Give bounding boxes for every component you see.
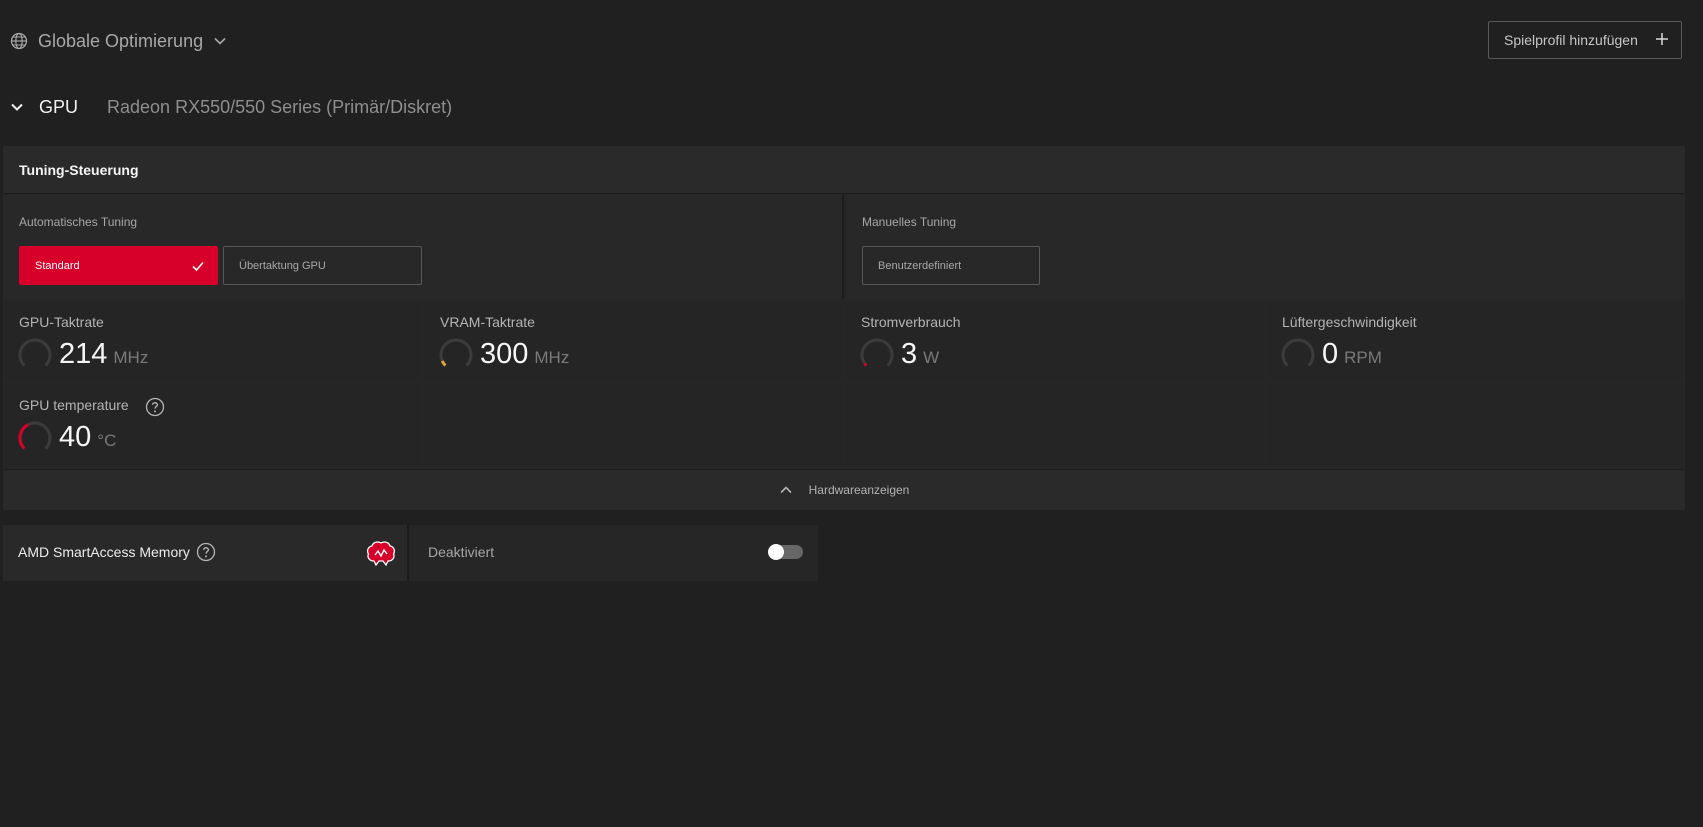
plus-icon [1656,33,1668,45]
smart-access-memory-label-cell: AMD SmartAccess Memory [3,525,409,581]
auto-tuning-caption: Automatisches Tuning [19,215,138,229]
hardware-monitor-label: Hardwareanzeigen [808,483,910,497]
metric-name: GPU temperature [19,397,129,413]
metric-value-wrap: 300 MHz [480,338,569,371]
smart-access-memory-row: AMD SmartAccess Memory Deaktiviert [3,525,818,581]
gauge-fill [863,362,868,367]
metric-name: Lüftergeschwindigkeit [1282,314,1417,330]
preset-custom-label: Benutzerdefiniert [878,259,962,272]
gpu-section-title: GPU [39,96,79,117]
metric-value-wrap: 0 RPM [1322,338,1382,371]
gauge-icon [1281,338,1315,367]
metric-unit: RPM [1344,348,1382,367]
chevron-down-icon [11,103,23,111]
top-bar: Globale Optimierung Spielprofil hinzufüg… [0,0,1703,82]
auto-tuning-section: Automatisches Tuning Standard Übertaktun… [3,195,844,299]
gauge-track [18,338,52,367]
help-icon[interactable] [145,397,165,417]
metric-empty-slot [424,384,843,465]
gauge-icon [860,338,894,367]
gpu-section-toggle[interactable]: GPU Radeon RX550/550 Series (Primär/Disk… [10,94,452,120]
toggle-knob [768,544,784,560]
metric-power: Stromverbrauch 3W [845,301,1264,382]
smart-access-memory-status: Deaktiviert [428,544,495,560]
gauge-icon [439,338,473,367]
checkmark-icon [192,261,204,272]
globe-icon [10,32,28,50]
tuning-panel-title: Tuning-Steuerung [19,162,139,178]
preset-standard-label: Standard [35,259,80,272]
add-game-profile-label: Spielprofil hinzufügen [1504,32,1638,48]
metric-unit: MHz [534,348,570,367]
metric-value: 214 [59,338,108,370]
preset-standard-button[interactable]: Standard [19,246,218,285]
gauge-track [1281,338,1315,367]
metric-name: VRAM-Taktrate [440,314,535,330]
metric-value: 40 [59,421,92,453]
metric-value-wrap: 40 °C [59,421,116,454]
metric-value: 3 [901,338,918,370]
gauge-fill [440,360,447,367]
smart-access-memory-toggle[interactable] [768,544,803,560]
metric-value-wrap: 3W [901,338,939,371]
metric-value-wrap: 214 MHz [59,338,148,371]
preset-overclock-gpu-label: Übertaktung GPU [239,259,326,272]
metric-vram-clock: VRAM-Taktrate 300 MHz [424,301,843,382]
preset-overclock-gpu-button[interactable]: Übertaktung GPU [223,246,422,285]
metric-name: GPU-Taktrate [19,314,104,330]
gpu-model: Radeon RX550/550 Series (Primär/Diskret) [107,96,453,117]
metric-gpu-clock: GPU-Taktrate 214 MHz [3,301,422,382]
metric-unit: MHz [113,348,149,367]
chevron-down-icon [214,37,226,45]
chevron-up-icon [780,486,792,494]
brain-icon [366,541,396,567]
gauge-track [860,338,894,367]
manual-tuning-section: Manuelles Tuning Benutzerdefiniert [846,195,1685,299]
metric-empty-slot [845,384,1264,465]
gauge-icon [18,338,52,367]
metric-gpu-temperature: GPU temperature 40 °C [3,384,422,465]
metric-unit: W [923,348,940,367]
gauge-track [439,338,473,367]
metric-unit: °C [97,431,117,450]
metric-name: Stromverbrauch [861,314,961,330]
metric-empty-slot [1266,384,1685,465]
metric-value: 300 [480,338,529,370]
gauge-fill [18,423,29,450]
tuning-panel-header: Tuning-Steuerung [3,146,1685,194]
hardware-monitor-toggle[interactable]: Hardwareanzeigen [3,469,1685,510]
metric-value: 0 [1322,338,1339,370]
smart-access-memory-label: AMD SmartAccess Memory [18,544,190,560]
tuning-panel: Tuning-Steuerung Automatisches Tuning St… [3,146,1685,510]
help-icon[interactable] [196,542,216,562]
gauge-icon [18,421,52,450]
manual-tuning-caption: Manuelles Tuning [862,215,957,229]
preset-custom-button[interactable]: Benutzerdefiniert [862,246,1040,285]
add-game-profile-button[interactable]: Spielprofil hinzufügen [1488,21,1682,59]
scope-label: Globale Optimierung [38,30,204,51]
metric-fan-speed: Lüftergeschwindigkeit 0 RPM [1266,301,1685,382]
scope-selector[interactable]: Globale Optimierung [10,27,227,55]
